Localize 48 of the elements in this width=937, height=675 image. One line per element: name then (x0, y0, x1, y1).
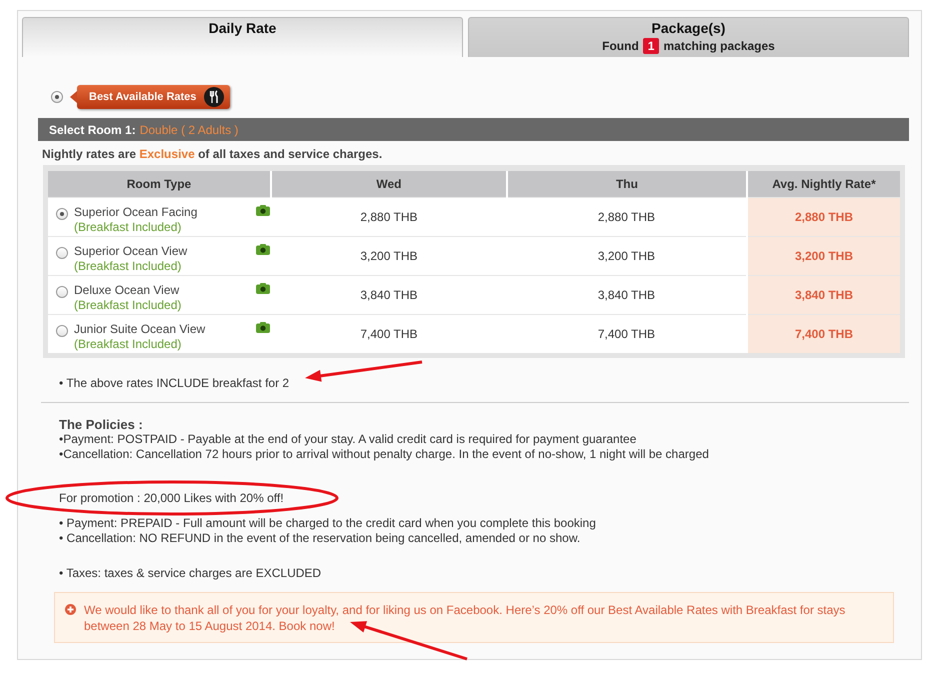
count-badge: 1 (642, 38, 660, 54)
camera-icon[interactable] (256, 205, 270, 216)
camera-icon[interactable] (256, 283, 270, 294)
plus-icon (65, 604, 76, 615)
camera-icon[interactable] (256, 244, 270, 255)
radio-button[interactable] (51, 91, 63, 103)
cutlery-icon (204, 87, 224, 107)
breakfast-note: (Breakfast Included) (74, 220, 182, 235)
room-name[interactable]: Superior Ocean Facing (74, 205, 198, 220)
table-cell: 2,880 THB (271, 198, 507, 236)
policy-line: • Cancellation: NO REFUND in the event of the reservation being cancelled, amended or no show. (59, 531, 582, 546)
column-header: Avg. Nightly Rate* (747, 171, 900, 198)
table-cell: 3,840 THB (747, 276, 900, 314)
policy-line: • Payment: PREPAID - Full amount will be charged to the credit card when you complete this booking (59, 516, 597, 531)
room-name[interactable]: Deluxe Ocean View (74, 283, 182, 298)
breakfast-note: (Breakfast Included) (74, 337, 182, 352)
radio-button[interactable] (56, 208, 68, 220)
radio-button[interactable] (56, 325, 68, 337)
promotion-title: For promotion : 20,000 Likes with 20% off! (59, 491, 285, 506)
policy-line: •Cancellation: Cancellation 72 hours prior to arrival without penalty charge. In the event of no-show, 1 night will be charged (59, 447, 710, 462)
found-label: matching packages (663, 39, 775, 53)
policies-title: The Policies : (59, 417, 144, 432)
column-header: Wed (271, 171, 507, 198)
radio-button[interactable] (56, 247, 68, 259)
tab[interactable]: Daily Rate (22, 17, 463, 57)
room-name[interactable]: Superior Ocean View (74, 244, 188, 259)
room-name[interactable]: Junior Suite Ocean View (74, 322, 206, 337)
table-cell: 3,200 THB (271, 236, 507, 276)
breakfast-info: • The above rates INCLUDE breakfast for 2 (59, 376, 290, 390)
table-cell: 7,400 THB (271, 314, 507, 353)
table-cell: 3,200 THB (747, 236, 900, 276)
column-header: Room Type (48, 171, 271, 198)
tab[interactable]: Package(s) Found 1 matching packages (468, 17, 909, 57)
table-cell: 2,880 THB (747, 198, 900, 236)
found-label: Found (602, 39, 639, 53)
policy-line: •Payment: POSTPAID - Payable at the end of your stay. A valid credit card is required for payment guarantee (59, 432, 638, 447)
tax-note: Nightly rates are Exclusive of all taxes and service charges. (42, 147, 384, 161)
breakfast-note: (Breakfast Included) (74, 259, 182, 274)
room-occupancy: Double ( 2 Adults ) (140, 122, 238, 136)
promo-message: We would like to thank all of you for your loyalty, and for liking us on Facebook. Here’s 20% off our Best Available Rates with Breakfast for stays between 28 May to 15 August 2014. Book now! (84, 602, 846, 634)
camera-icon[interactable] (256, 322, 270, 333)
table-cell: 3,840 THB (271, 276, 507, 314)
column-header: Thu (506, 171, 747, 198)
taxes-line: • Taxes: taxes & service charges are EXCLUDED (59, 566, 322, 581)
radio-button[interactable] (56, 286, 68, 298)
table-cell: 7,400 THB (747, 314, 900, 353)
room-bar-label: Select Room 1: (49, 122, 136, 136)
breakfast-note: (Breakfast Included) (74, 298, 182, 313)
